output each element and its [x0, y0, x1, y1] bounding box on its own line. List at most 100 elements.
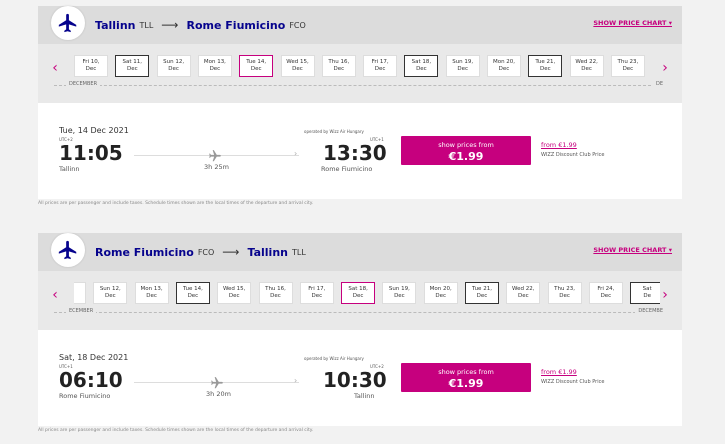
date-day-label: Sat	[642, 286, 652, 292]
club-price-label: WIZZ Discount Club Price	[541, 152, 605, 158]
destination-code: TLL	[291, 247, 306, 257]
operated-by: operated by Wizz Air Hungary	[304, 129, 364, 134]
show-price-chart-link[interactable]: SHOW PRICE CHART ▾	[593, 246, 672, 254]
month-divider: ECEMBER DECEMBE	[54, 308, 666, 318]
outbound-flight-section: Tallinn TLL ⟶ Rome Fiumicino FCO SHOW PR…	[38, 6, 682, 206]
date-option[interactable]: Sun 12, Dec	[93, 282, 128, 304]
date-option[interactable]: Sat 18, Dec	[341, 282, 376, 304]
date-month-label: Dec	[104, 293, 116, 299]
date-option[interactable]: Tue 21, Dec	[465, 282, 499, 304]
month-label-next: DE	[652, 81, 666, 87]
departure-city: Rome Fiumicino	[59, 392, 111, 400]
date-month-label: Dec	[228, 293, 240, 299]
price-value: €1.99	[448, 150, 484, 163]
date-day-label: Sun 12,	[163, 59, 185, 65]
route-header: Tallinn TLL ⟶ Rome Fiumicino FCO SHOW PR…	[38, 6, 682, 44]
date-option[interactable]: Mon 13, Dec	[197, 55, 232, 77]
date-option[interactable]: Sun 12, Dec	[156, 55, 191, 77]
origin-city: Rome Fiumicino	[95, 245, 194, 259]
date-option[interactable]: Sat De	[630, 282, 660, 304]
price-footnote: All prices are per passenger and include…	[38, 201, 314, 206]
date-option[interactable]: Fri 17, Dec	[299, 282, 334, 304]
club-price-link[interactable]: from €1.99	[541, 141, 577, 149]
date-day-label: Mon 20,	[492, 59, 516, 65]
chevron-right-icon[interactable]: ›	[658, 60, 672, 76]
destination-code: FCO	[289, 20, 306, 30]
show-price-chart-link[interactable]: SHOW PRICE CHART ▾	[593, 19, 672, 27]
club-price-link[interactable]: from €1.99	[541, 368, 577, 376]
date-option[interactable]: Mon 20, Dec	[423, 282, 458, 304]
date-option[interactable]: Sun 19, Dec	[445, 55, 480, 77]
chevron-left-icon[interactable]: ‹	[48, 60, 62, 76]
date-option[interactable]: Thu 23, Dec	[610, 55, 645, 77]
arrival-time: 10:30	[323, 368, 387, 392]
date-option[interactable]: Thu 16, Dec	[258, 282, 293, 304]
date-day-label: Wed 22,	[512, 286, 535, 292]
date-option[interactable]: Thu 16, Dec	[321, 55, 356, 77]
date-month-label: Dec	[581, 66, 592, 72]
date-option[interactable]: Wed 15, Dec	[280, 55, 315, 77]
origin-code: FCO	[197, 247, 215, 257]
flight-date: Sat, 18 Dec 2021	[59, 353, 129, 362]
date-day-label: Fri 10,	[82, 59, 100, 65]
date-month-label: Dec	[168, 66, 179, 72]
date-month-label: Dec	[394, 293, 405, 299]
month-label: DECEMBER	[66, 81, 101, 87]
date-day-label: Thu 16,	[328, 59, 350, 65]
show-prices-button[interactable]: show prices from €1.99	[401, 136, 531, 165]
date-option[interactable]: Sat 18, Dec	[404, 55, 439, 77]
date-option[interactable]: Fri 24, Dec	[588, 282, 623, 304]
date-month-label: Dec	[126, 66, 138, 72]
date-option[interactable]: Fri 10, Dec	[74, 55, 108, 77]
route-arrow-icon: ⟶	[222, 245, 240, 259]
date-month-label: Dec	[498, 66, 510, 72]
return-flight-section: Rome Fiumicino FCO ⟶ Tallinn TLL SHOW PR…	[38, 233, 682, 433]
date-day-label: Wed 15,	[286, 59, 309, 65]
departure-time: 11:05	[59, 141, 123, 165]
date-option[interactable]: Sat 11, Dec	[115, 55, 150, 77]
chevron-right-icon[interactable]: ›	[658, 287, 672, 303]
date-option[interactable]: Mon 13, Dec	[134, 282, 169, 304]
date-option[interactable]: Tue 14, Dec	[239, 55, 274, 77]
date-month-label: Dec	[416, 66, 427, 72]
date-option[interactable]: Tue 21, Dec	[528, 55, 563, 77]
origin-code: TLL	[139, 20, 154, 30]
date-month-label: Dec	[333, 66, 345, 72]
date-option[interactable]: Thu 23, Dec	[547, 282, 582, 304]
chevron-left-icon[interactable]: ‹	[48, 287, 62, 303]
date-option[interactable]: Mon 20, Dec	[487, 55, 521, 77]
date-day-label: Mon 20,	[429, 286, 452, 292]
date-option[interactable]: Tue 14, Dec	[175, 282, 210, 304]
plane-icon	[51, 233, 85, 267]
date-month-label: Dec	[457, 66, 469, 72]
date-option[interactable]: Wed 15, Dec	[217, 282, 252, 304]
origin-city: Tallinn	[95, 18, 136, 32]
arrival-time: 13:30	[323, 141, 387, 165]
date-day-label: Tue 21,	[535, 59, 556, 65]
route-arrow-icon: ⟶	[161, 18, 179, 32]
date-carousel: ‹ 11,ecSun 12,DecMon 13,DecTue 14,DecWed…	[38, 271, 682, 330]
date-day-label: Wed 15,	[222, 286, 246, 292]
date-day-label: Fri 17,	[371, 59, 389, 65]
date-day-label: Sat 11,	[122, 59, 143, 65]
date-option[interactable]: Wed 22, Dec	[506, 282, 541, 304]
date-option[interactable]: Wed 22, Dec	[569, 55, 604, 77]
operated-by: operated by Wizz Air Hungary	[304, 356, 364, 361]
show-prices-button[interactable]: show prices from €1.99	[401, 363, 531, 392]
date-day-label: Thu 23,	[617, 59, 639, 65]
date-day-label: Thu 16,	[265, 286, 286, 292]
date-day-label: Sun 19,	[388, 286, 410, 292]
price-footnote: All prices are per passenger and include…	[38, 428, 314, 433]
destination-city: Rome Fiumicino	[186, 18, 286, 32]
date-option[interactable]: Sun 19, Dec	[382, 282, 417, 304]
date-option[interactable]: Fri 17, Dec	[363, 55, 398, 77]
date-month-label: Dec	[476, 293, 488, 299]
date-month-label: Dec	[209, 66, 221, 72]
date-day-label: Tue 21,	[472, 286, 492, 292]
month-divider: DECEMBER DE	[54, 81, 666, 91]
date-day-label: Mon 13,	[140, 286, 163, 292]
date-month-label: Dec	[622, 66, 634, 72]
date-month-label: Dec	[352, 293, 364, 299]
month-label: ECEMBER	[66, 308, 97, 314]
date-option[interactable]: 11,ec	[74, 282, 86, 304]
